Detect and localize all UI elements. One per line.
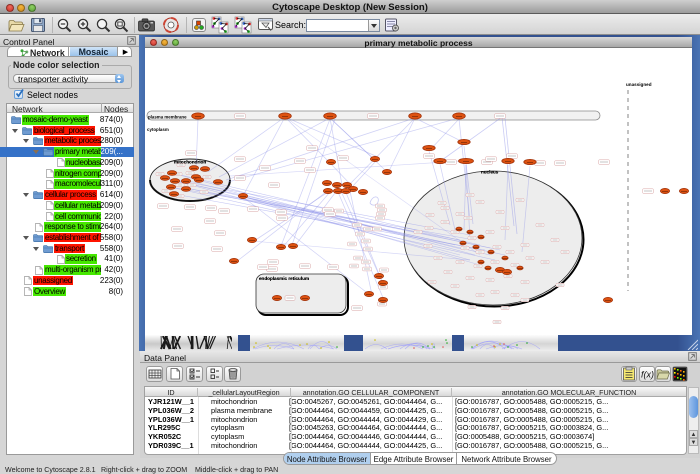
- svg-text:cytoplasm: cytoplasm: [147, 127, 169, 132]
- svg-text:mitochondrion: mitochondrion: [174, 160, 206, 165]
- svg-text:nucleus: nucleus: [481, 170, 499, 175]
- svg-text:endoplasmic reticulum: endoplasmic reticulum: [259, 276, 309, 281]
- svg-text:unassigned: unassigned: [626, 82, 652, 87]
- svg-text:plasma membrane: plasma membrane: [148, 115, 187, 120]
- svg-text:f(x): f(x): [641, 370, 654, 380]
